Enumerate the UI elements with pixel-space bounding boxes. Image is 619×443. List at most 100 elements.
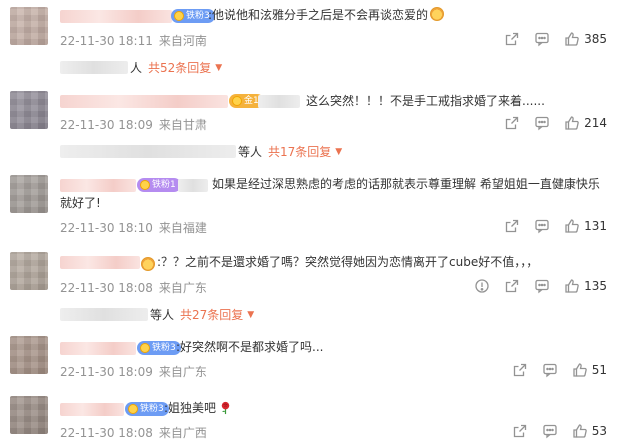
- fan-badge: 铁粉3: [137, 341, 181, 355]
- badge-icon: [232, 96, 242, 106]
- emoji-icon: [141, 257, 155, 271]
- comment-actions: 131: [490, 218, 607, 234]
- view-replies-link[interactable]: 共17条回复: [268, 143, 331, 160]
- like-button[interactable]: 214: [564, 115, 607, 131]
- location: 来自广东: [158, 365, 207, 379]
- comment-button[interactable]: [534, 31, 550, 47]
- comment-button[interactable]: [534, 115, 550, 131]
- avatar[interactable]: [10, 7, 48, 45]
- badge-icon: [174, 11, 184, 21]
- location: 来自河南: [158, 34, 207, 48]
- comment-button[interactable]: [534, 278, 550, 294]
- share-icon: [513, 363, 526, 377]
- view-replies-link[interactable]: 共27条回复: [180, 306, 243, 323]
- comment-meta: 22-11-30 18:08 来自广西: [60, 424, 207, 441]
- comment-text-content: 这么突然！！！不是手工戒指求婚了来着......: [306, 94, 545, 108]
- share-button[interactable]: [504, 31, 520, 47]
- share-button[interactable]: [512, 423, 528, 439]
- comment-button[interactable]: [534, 218, 550, 234]
- comment-item: 铁粉3 :姐独美吧 22-11-30 18:08 来自广西 53: [0, 396, 619, 443]
- comment-meta: 22-11-30 18:10 来自福建: [60, 219, 207, 236]
- timestamp: 22-11-30 18:08: [60, 281, 153, 295]
- badge-icon: [140, 343, 150, 353]
- avatar[interactable]: [10, 252, 48, 290]
- share-button[interactable]: [504, 218, 520, 234]
- reply-users-suffix: 等人: [238, 145, 263, 159]
- comment-button[interactable]: [542, 362, 558, 378]
- comment-actions: 53: [498, 423, 607, 439]
- comment-meta: 22-11-30 18:11 来自河南: [60, 32, 207, 49]
- comment-item: 铁粉1 如果是经过深思熟虑的考虑的话那就表示尊重理解 希望姐姐一直健康快乐就好了…: [0, 172, 619, 238]
- comment-button[interactable]: [542, 423, 558, 439]
- username[interactable]: [60, 95, 228, 108]
- comment-meta: 22-11-30 18:09 来自甘肃: [60, 116, 207, 133]
- like-count: 53: [591, 424, 607, 438]
- comment-text-content: :好突然啊不是都求婚了吗...: [176, 340, 324, 354]
- like-icon: [565, 219, 579, 233]
- username-extra: [258, 95, 300, 108]
- comment-text: :好突然啊不是都求婚了吗...: [176, 338, 324, 357]
- location: 来自广东: [158, 281, 207, 295]
- report-button[interactable]: [474, 278, 490, 294]
- like-count: 214: [584, 116, 607, 130]
- comment-meta: 22-11-30 18:08 来自广东: [60, 279, 207, 296]
- share-button[interactable]: [512, 362, 528, 378]
- comment-text: 如果是经过深思熟虑的考虑的话那就表示尊重理解 希望姐姐一直健康快乐就好了!: [60, 175, 608, 213]
- like-button[interactable]: 131: [564, 218, 607, 234]
- comment-text-content: 如果是经过深思熟虑的考虑的话那就表示尊重理解 希望姐姐一直健康快乐就好了!: [60, 177, 600, 210]
- share-icon: [505, 32, 519, 46]
- timestamp: 22-11-30 18:09: [60, 118, 153, 132]
- avatar[interactable]: [10, 91, 48, 129]
- timestamp: 22-11-30 18:10: [60, 221, 153, 235]
- comment-item: 铁粉3 :他说他和泫雅分手之后是不会再谈恋爱的 22-11-30 18:11 来自…: [0, 0, 619, 62]
- replier-names: [60, 61, 128, 74]
- avatar[interactable]: [10, 396, 48, 434]
- share-icon: [505, 219, 519, 233]
- badge-label: 铁粉3: [186, 11, 210, 21]
- like-count: 51: [591, 363, 607, 377]
- username[interactable]: [60, 342, 136, 355]
- like-icon: [573, 363, 587, 377]
- emoji-icon: [430, 7, 445, 21]
- avatar[interactable]: [10, 336, 48, 374]
- reply-users-suffix: 等人: [150, 308, 175, 322]
- reply-summary: 等人 共17条回复 ▼: [60, 143, 342, 160]
- chevron-down-icon: ▼: [215, 62, 223, 73]
- like-button[interactable]: 135: [564, 278, 607, 294]
- comment-meta: 22-11-30 18:09 来自广东: [60, 363, 207, 380]
- username[interactable]: [60, 403, 124, 416]
- comment-text: 这么突然！！！不是手工戒指求婚了来着......: [306, 92, 545, 111]
- comment-item: :？？之前不是還求婚了嗎？突然觉得她因为恋情离开了cube好不值，，， 22-1…: [0, 252, 619, 298]
- like-count: 131: [584, 219, 607, 233]
- comment-actions: 385: [490, 31, 607, 47]
- comment-icon: [535, 116, 549, 131]
- comment-item: 金1 这么突然！！！不是手工戒指求婚了来着...... 22-11-30 18:…: [0, 88, 619, 144]
- comment-text-content: :他说他和泫雅分手之后是不会再谈恋爱的: [208, 8, 429, 22]
- chevron-down-icon: ▼: [247, 309, 255, 320]
- share-button[interactable]: [504, 115, 520, 131]
- share-icon: [505, 116, 519, 130]
- comment-icon: [543, 363, 557, 378]
- like-icon: [565, 32, 579, 46]
- username[interactable]: [60, 10, 172, 23]
- comment-icon: [535, 219, 549, 234]
- like-button[interactable]: 53: [572, 423, 607, 439]
- username[interactable]: [60, 256, 140, 269]
- view-replies-link[interactable]: 共52条回复: [148, 59, 211, 76]
- comment-actions: 51: [498, 362, 607, 378]
- rose-icon: [221, 401, 230, 415]
- fan-badge: 铁粉3: [125, 402, 169, 416]
- timestamp: 22-11-30 18:09: [60, 365, 153, 379]
- share-button[interactable]: [504, 278, 520, 294]
- replier-names: [60, 145, 236, 158]
- location: 来自广西: [158, 426, 207, 440]
- timestamp: 22-11-30 18:11: [60, 34, 153, 48]
- chevron-down-icon: ▼: [335, 146, 343, 157]
- like-button[interactable]: 51: [572, 362, 607, 378]
- comment-icon: [535, 279, 549, 294]
- avatar[interactable]: [10, 175, 48, 213]
- comment-item: 铁粉3 :好突然啊不是都求婚了吗... 22-11-30 18:09 来自广东 5…: [0, 336, 619, 382]
- like-button[interactable]: 385: [564, 31, 607, 47]
- share-icon: [513, 424, 526, 438]
- report-icon: [475, 279, 489, 293]
